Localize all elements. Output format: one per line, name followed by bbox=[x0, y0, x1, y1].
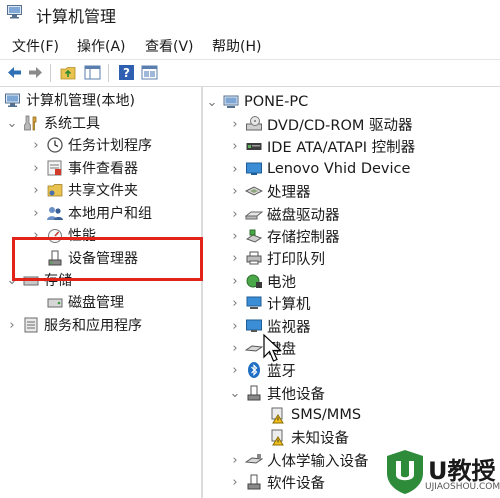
u-shield-logo-icon bbox=[387, 450, 423, 494]
tree-item-shared-folders[interactable]: › 共享文件夹 bbox=[30, 179, 138, 201]
software-device-icon bbox=[247, 474, 261, 490]
tree-item-services-applications[interactable]: › 服务和应用程序 bbox=[6, 314, 142, 336]
toolbar-separator bbox=[108, 64, 109, 82]
device-category-disk-drives[interactable]: › 磁盘驱动器 bbox=[229, 203, 339, 225]
battery-icon bbox=[246, 274, 262, 288]
expand-chevron-icon[interactable]: › bbox=[229, 363, 241, 378]
keyboard-icon bbox=[245, 345, 263, 352]
expand-chevron-icon[interactable]: › bbox=[229, 319, 241, 334]
show-hide-tree-icon[interactable] bbox=[84, 64, 101, 81]
expand-chevron-icon[interactable]: › bbox=[30, 183, 42, 198]
other-devices-icon bbox=[247, 385, 261, 401]
back-arrow-icon[interactable] bbox=[6, 64, 23, 81]
device-list: ⌄ PONE-PC › DVD/CD-ROM 驱动器 › IDE ATA/ATA… bbox=[203, 86, 500, 498]
printer-icon bbox=[246, 251, 262, 265]
expand-chevron-icon[interactable]: › bbox=[229, 453, 241, 468]
expand-chevron-icon[interactable]: › bbox=[229, 162, 241, 177]
system-tools-icon bbox=[24, 115, 37, 131]
monitor-icon bbox=[246, 319, 262, 332]
expand-chevron-icon[interactable]: › bbox=[6, 318, 18, 333]
collapse-chevron-icon[interactable]: ⌄ bbox=[206, 95, 218, 110]
window-title: 计算机管理 bbox=[36, 7, 117, 26]
menu-file[interactable]: 文件(F) bbox=[12, 36, 59, 56]
forward-arrow-icon[interactable] bbox=[27, 64, 44, 81]
dvd-drive-icon bbox=[246, 116, 262, 131]
title-bar: 计算机管理 bbox=[0, 0, 500, 28]
users-icon bbox=[47, 207, 63, 220]
processor-icon bbox=[245, 186, 263, 196]
watermark-logo: U教授 UJIAOSHOU.COM bbox=[385, 449, 500, 496]
device-category-storage-controllers[interactable]: › 存储控制器 bbox=[229, 225, 339, 247]
help-icon[interactable]: ? bbox=[118, 64, 135, 81]
hid-device-icon bbox=[245, 454, 263, 464]
tree-item-local-users-groups[interactable]: › 本地用户和组 bbox=[30, 202, 152, 224]
monitor-device-icon bbox=[246, 162, 262, 175]
menu-view[interactable]: 查看(V) bbox=[145, 36, 194, 56]
expand-chevron-icon[interactable]: › bbox=[229, 274, 241, 289]
tree-item-disk-management[interactable]: 磁盘管理 bbox=[30, 291, 124, 313]
disk-drive-icon bbox=[245, 211, 263, 220]
storage-controller-icon bbox=[245, 229, 263, 243]
tree-item-event-viewer[interactable]: › 事件查看器 bbox=[30, 157, 138, 179]
device-item-unknown-device[interactable]: 未知设备 bbox=[253, 426, 349, 448]
device-category-lenovo-vhid[interactable]: › Lenovo Vhid Device bbox=[229, 158, 410, 180]
shared-folder-icon bbox=[47, 184, 63, 197]
expand-chevron-icon[interactable]: › bbox=[30, 138, 42, 153]
device-category-battery[interactable]: › 电池 bbox=[229, 270, 296, 292]
collapse-chevron-icon[interactable]: ⌄ bbox=[229, 386, 241, 401]
watermark-site: UJIAOSHOU.COM bbox=[425, 482, 500, 492]
folder-up-icon[interactable] bbox=[60, 64, 77, 81]
expand-chevron-icon[interactable]: › bbox=[229, 207, 241, 222]
ide-controller-icon bbox=[246, 143, 262, 150]
disk-management-icon bbox=[47, 298, 63, 308]
properties-icon[interactable] bbox=[141, 64, 158, 81]
event-viewer-icon bbox=[47, 160, 62, 176]
watermark-brand: U教授 bbox=[428, 457, 496, 485]
device-category-other-devices[interactable]: ⌄ 其他设备 bbox=[229, 382, 325, 404]
clock-icon bbox=[47, 137, 63, 153]
device-category-hid[interactable]: › 人体学输入设备 bbox=[229, 449, 368, 471]
collapse-chevron-icon[interactable]: ⌄ bbox=[6, 116, 18, 131]
computer-icon bbox=[223, 95, 239, 108]
device-category-processor[interactable]: › 处理器 bbox=[229, 180, 310, 202]
toolbar-separator bbox=[50, 64, 51, 82]
tree-item-computer-management[interactable]: 计算机管理(本地) bbox=[2, 89, 135, 111]
tree-item-system-tools[interactable]: ⌄ 系统工具 bbox=[6, 112, 100, 134]
mouse-cursor-icon bbox=[263, 333, 283, 362]
expand-chevron-icon[interactable]: › bbox=[229, 117, 241, 132]
computer-management-icon bbox=[5, 93, 20, 107]
device-root-computer[interactable]: ⌄ PONE-PC bbox=[206, 91, 309, 113]
computer-management-app-icon bbox=[7, 5, 22, 19]
unknown-device-warning-icon bbox=[271, 407, 284, 424]
tree-item-task-scheduler[interactable]: › 任务计划程序 bbox=[30, 134, 152, 156]
unknown-device-warning-icon bbox=[271, 429, 284, 446]
expand-chevron-icon[interactable]: › bbox=[229, 296, 241, 311]
expand-chevron-icon[interactable]: › bbox=[229, 475, 241, 490]
device-category-computer[interactable]: › 计算机 bbox=[229, 292, 310, 314]
expand-chevron-icon[interactable]: › bbox=[229, 139, 241, 154]
menu-action[interactable]: 操作(A) bbox=[77, 36, 126, 56]
device-category-print-queues[interactable]: › 打印队列 bbox=[229, 247, 325, 269]
device-category-software-devices[interactable]: › 软件设备 bbox=[229, 471, 325, 493]
device-category-ide-ata[interactable]: › IDE ATA/ATAPI 控制器 bbox=[229, 135, 415, 157]
expand-chevron-icon[interactable]: › bbox=[229, 251, 241, 266]
expand-chevron-icon[interactable]: › bbox=[229, 184, 241, 199]
expand-chevron-icon[interactable]: › bbox=[30, 206, 42, 221]
toolbar: ? bbox=[0, 59, 500, 87]
device-item-sms-mms[interactable]: SMS/MMS bbox=[253, 404, 361, 426]
device-category-dvd-cdrom[interactable]: › DVD/CD-ROM 驱动器 bbox=[229, 113, 413, 135]
services-icon bbox=[24, 317, 38, 333]
svg-text:?: ? bbox=[123, 66, 130, 80]
bluetooth-icon bbox=[248, 362, 260, 378]
menu-help[interactable]: 帮助(H) bbox=[212, 36, 261, 56]
menu-bar: 文件(F) 操作(A) 查看(V) 帮助(H) bbox=[0, 34, 500, 58]
expand-chevron-icon[interactable]: › bbox=[229, 229, 241, 244]
highlight-box bbox=[12, 237, 203, 281]
expand-chevron-icon[interactable]: › bbox=[229, 341, 241, 356]
computer-icon bbox=[246, 296, 262, 309]
navigation-tree: 计算机管理(本地) ⌄ 系统工具 › 任务计划程序 › 事件查看器 › 共享文件… bbox=[0, 86, 201, 498]
expand-chevron-icon[interactable]: › bbox=[30, 161, 42, 176]
